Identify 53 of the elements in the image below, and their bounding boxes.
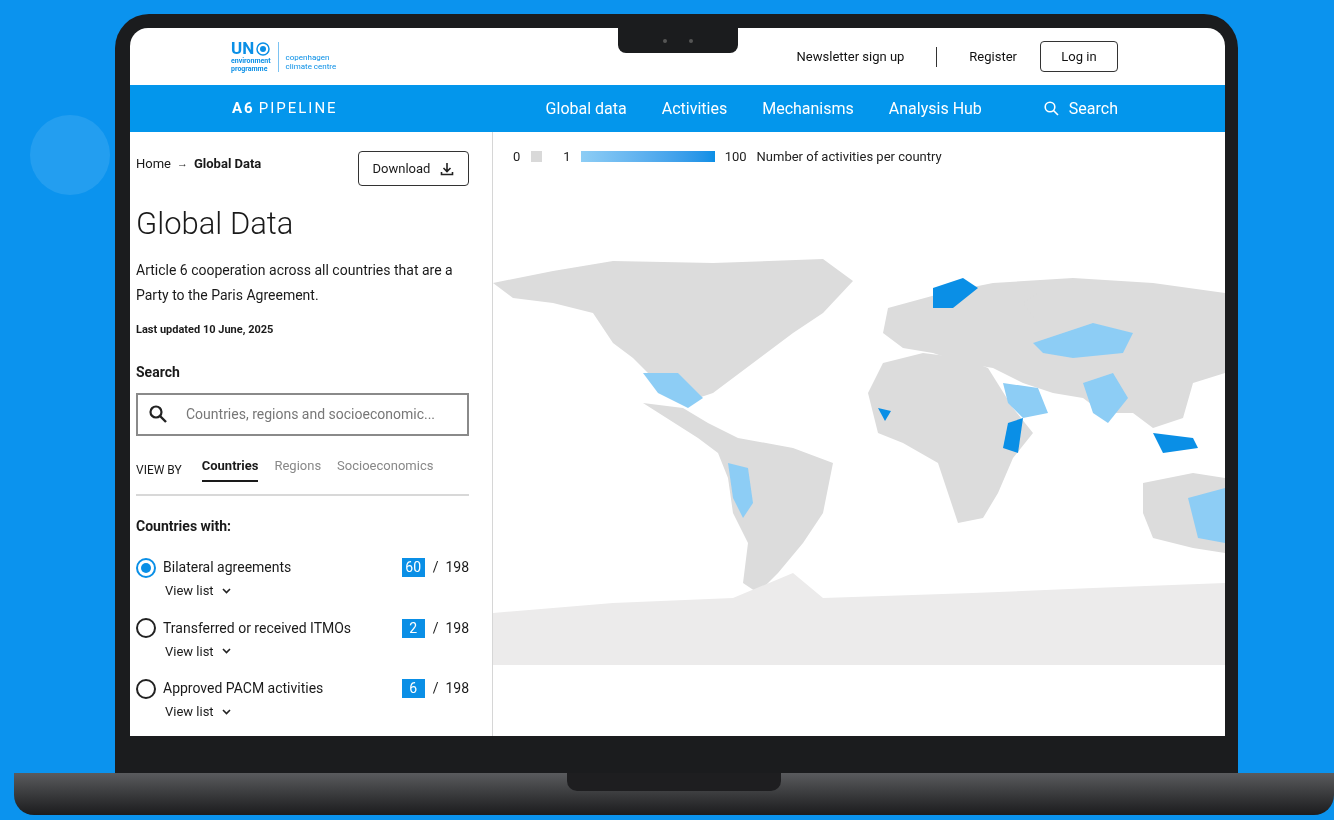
partner-logo-text: copenhagen bbox=[285, 52, 331, 62]
view-by-tab[interactable]: Countries bbox=[201, 455, 259, 482]
view-by-tab[interactable]: Socioeconomics bbox=[337, 455, 434, 482]
count-badge: 60 bbox=[401, 558, 425, 577]
chevron-down-icon bbox=[221, 708, 231, 715]
nav-link[interactable]: Analysis Hub bbox=[888, 96, 982, 121]
search-icon bbox=[1043, 101, 1059, 116]
legend-label: 100 bbox=[724, 148, 747, 166]
search-field[interactable]: Countries, regions and socioeconomic... bbox=[136, 392, 469, 436]
filter-heading: Countries with: bbox=[136, 517, 233, 536]
page-title: Global Data bbox=[136, 204, 295, 244]
total-count: / 198 bbox=[432, 558, 469, 577]
total-count: / 198 bbox=[432, 618, 469, 638]
search-link[interactable]: Search bbox=[1043, 96, 1118, 121]
brand-text[interactable]: PIPELINE bbox=[258, 97, 338, 120]
count-badge: 2 bbox=[401, 618, 425, 638]
header-link[interactable]: Register bbox=[969, 46, 1017, 67]
option-label: Bilateral agreements bbox=[163, 558, 293, 577]
nav-link[interactable]: Mechanisms bbox=[762, 96, 854, 121]
download-button[interactable]: Download bbox=[358, 151, 469, 186]
login-button[interactable]: Log in bbox=[1040, 41, 1118, 72]
legend-caption: Number of activities per country bbox=[756, 148, 942, 166]
option-label: Approved PACM activities bbox=[163, 679, 325, 698]
breadcrumb-separator: → bbox=[177, 155, 188, 172]
view-list-link[interactable]: View list bbox=[165, 581, 231, 601]
chevron-down-icon bbox=[221, 587, 231, 594]
last-updated: Last updated 10 June, 2025 bbox=[136, 322, 275, 338]
description: Article 6 cooperation across all countries that are a Party to the Paris Agreement. bbox=[136, 261, 454, 305]
nav-link[interactable]: Global data bbox=[545, 96, 627, 121]
download-icon bbox=[440, 161, 455, 176]
legend-label: 0 bbox=[513, 148, 521, 166]
count-badge: 6 bbox=[401, 679, 425, 698]
total-count: / 198 bbox=[432, 679, 469, 698]
breadcrumb-link[interactable]: Home bbox=[136, 154, 171, 174]
view-by-tab[interactable]: Regions bbox=[274, 455, 322, 482]
nav-link[interactable]: Activities bbox=[661, 96, 728, 121]
view-list-link[interactable]: View list bbox=[165, 702, 231, 722]
legend-label: 1 bbox=[563, 148, 571, 166]
brand-text[interactable]: A6 bbox=[232, 97, 255, 120]
header-link[interactable]: Newsletter sign up bbox=[796, 46, 905, 67]
search-icon bbox=[149, 404, 167, 423]
legend-swatch bbox=[531, 151, 543, 163]
chevron-down-icon bbox=[221, 648, 231, 655]
radio-button[interactable] bbox=[136, 678, 156, 699]
view-list-link[interactable]: View list bbox=[165, 641, 231, 661]
search-label: Search bbox=[136, 362, 181, 382]
radio-button[interactable] bbox=[136, 618, 156, 638]
breadcrumb-current: Global Data bbox=[194, 155, 262, 173]
option-label: Transferred or received ITMOs bbox=[163, 618, 353, 638]
view-by-label: VIEW BY bbox=[136, 461, 182, 479]
partner-logo-text: climate centre bbox=[285, 61, 337, 71]
logo-mark: UN bbox=[231, 40, 255, 57]
radio-button[interactable] bbox=[136, 557, 156, 578]
